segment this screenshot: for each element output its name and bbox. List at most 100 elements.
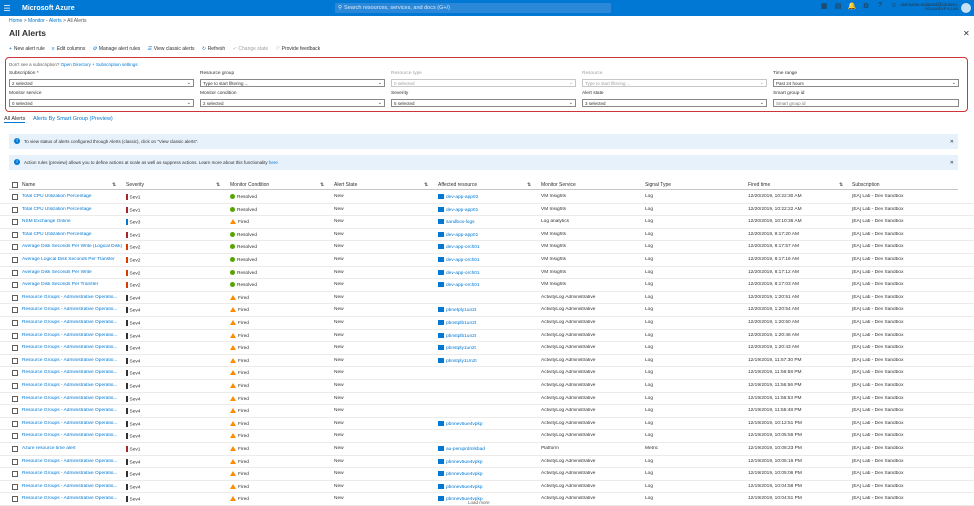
table-row[interactable]: Resource Groups - Administrative Operati… <box>0 430 974 443</box>
row-checkbox[interactable] <box>12 471 18 478</box>
row-checkbox[interactable] <box>12 496 18 503</box>
alert-name-link[interactable]: Resource Groups - Administrative Operati… <box>22 370 122 375</box>
affected-resource-link[interactable]: pbnstply1Un2t <box>438 357 533 364</box>
row-checkbox[interactable] <box>12 219 18 226</box>
affected-resource-link[interactable]: pbnetply1un2t <box>438 307 533 313</box>
column-header-monitor-service[interactable]: Monitor Service <box>541 182 576 188</box>
table-row[interactable]: Resource Groups - Administrative Operati… <box>0 468 974 481</box>
sort-icon[interactable]: ⇅ <box>216 182 220 188</box>
alert-name-link[interactable]: Resource Groups - Administrative Operati… <box>22 320 122 325</box>
table-row[interactable]: Resource Groups - Administrative Operati… <box>0 393 974 406</box>
affected-resource-link[interactable]: pbnstplb1un2t <box>438 320 533 326</box>
affected-resource-link[interactable]: dev-app-orch01 <box>438 244 533 250</box>
alert-name-link[interactable]: Total CPU Utilization Percentage <box>22 194 122 199</box>
table-row[interactable]: Average Logical Disk Seconds Per Transfe… <box>0 254 974 267</box>
row-checkbox[interactable] <box>12 332 18 339</box>
alert-name-link[interactable]: Resource Groups - Administrative Operati… <box>22 433 122 438</box>
time-range-dropdown[interactable]: Past 24 hours ⌄ <box>773 79 959 87</box>
row-checkbox[interactable] <box>12 458 18 465</box>
table-row[interactable]: Average Disk Seconds Per Write (Logical … <box>0 241 974 254</box>
alert-name-link[interactable]: Average Disk Seconds Per Write <box>22 270 122 275</box>
column-header-monitor-condition[interactable]: Monitor Condition <box>230 182 269 188</box>
menu-icon[interactable]: ☰ <box>0 4 14 13</box>
row-checkbox[interactable] <box>12 483 18 490</box>
row-checkbox[interactable] <box>12 244 18 251</box>
alert-name-link[interactable]: Resource Groups - Administrative Operati… <box>22 383 122 388</box>
sort-icon[interactable]: ⇅ <box>112 182 116 188</box>
column-header-fired-time[interactable]: Fired time <box>748 182 770 188</box>
row-checkbox[interactable] <box>12 383 18 389</box>
alert-name-link[interactable]: Resource Groups - Administrative Operati… <box>22 471 122 476</box>
table-row[interactable]: Resource Groups - Administrative Operati… <box>0 405 974 418</box>
row-checkbox[interactable] <box>12 231 18 238</box>
row-checkbox[interactable] <box>12 307 18 314</box>
table-row[interactable]: Resource Groups - Administrative Operati… <box>0 380 974 393</box>
account-info[interactable]: username.redacted@contoso. SOLUMEXP & LA… <box>880 2 958 12</box>
row-checkbox[interactable] <box>12 408 18 415</box>
table-row[interactable]: Resource Groups - Administrative Operati… <box>0 342 974 355</box>
column-header-affected-resource[interactable]: Affected resource <box>438 182 477 188</box>
table-row[interactable]: Resource Groups - Administrative Operati… <box>0 355 974 368</box>
alert-name-link[interactable]: Total CPU Utilization Percentage <box>22 232 122 237</box>
breadcrumb-home[interactable]: Home <box>9 18 22 24</box>
view-classic-alerts-button[interactable]: ☰ View classic alerts <box>147 46 194 52</box>
close-icon[interactable]: ✕ <box>950 139 954 145</box>
alert-name-link[interactable]: Average Logical Disk Seconds Per Transfe… <box>22 257 122 262</box>
table-row[interactable]: Resource Groups - Administrative Operati… <box>0 367 974 380</box>
table-row[interactable]: Resource Groups - Administrative Operati… <box>0 304 974 317</box>
row-checkbox[interactable] <box>12 194 18 200</box>
row-checkbox[interactable] <box>12 345 18 352</box>
smart-group-id-input[interactable] <box>773 99 959 107</box>
notifications-icon[interactable]: 🔔 <box>845 2 859 10</box>
global-search-input[interactable]: ⚲ Search resources, services, and docs (G… <box>335 3 611 13</box>
provide-feedback-button[interactable]: ♡ Provide feedback <box>275 46 320 52</box>
table-row[interactable]: Resource Groups - Administrative Operati… <box>0 317 974 330</box>
severity-dropdown[interactable]: 5 selected ⌄ <box>391 99 576 107</box>
row-checkbox[interactable] <box>12 320 18 326</box>
table-row[interactable]: NSM Exchange Online Sev3 Fired New sandbox-l… <box>0 216 974 229</box>
column-header-subscription[interactable]: Subscription <box>852 182 880 188</box>
alert-name-link[interactable]: Total CPU Utilization Percentage <box>22 207 122 212</box>
alert-state-dropdown[interactable]: 3 selected ⌄ <box>582 99 767 107</box>
cloud-shell-icon[interactable]: ▦ <box>817 2 831 10</box>
learn-more-link[interactable]: here <box>269 160 278 165</box>
affected-resource-link[interactable]: dev-app-orch01 <box>438 269 533 275</box>
close-icon[interactable]: ✕ <box>950 160 954 166</box>
load-more-link[interactable]: Load more <box>468 500 490 505</box>
table-row[interactable]: Azure resource time alert Sev1 Fired New au-… <box>0 443 974 456</box>
row-checkbox[interactable] <box>12 269 18 276</box>
table-row[interactable]: Resource Groups - Administrative Operati… <box>0 481 974 494</box>
alert-name-link[interactable]: Resource Groups - Administrative Operati… <box>22 459 122 464</box>
sort-icon[interactable]: ⇅ <box>424 182 428 188</box>
alert-name-link[interactable]: Resource Groups - Administrative Operati… <box>22 408 122 413</box>
alert-name-link[interactable]: Resource Groups - Administrative Operati… <box>22 358 122 363</box>
column-header-severity[interactable]: Severity <box>126 182 144 188</box>
alert-name-link[interactable]: Resource Groups - Administrative Operati… <box>22 396 122 401</box>
affected-resource-link[interactable]: pbnnev5ue4vpkp <box>438 458 533 464</box>
affected-resource-link[interactable]: au-peruprdmlsbad <box>438 446 533 452</box>
alert-name-link[interactable]: Resource Groups - Administrative Operati… <box>22 295 122 300</box>
row-checkbox[interactable] <box>12 357 18 364</box>
table-row[interactable]: Resource Groups - Administrative Operati… <box>0 292 974 305</box>
row-checkbox[interactable] <box>12 446 18 452</box>
affected-resource-link[interactable]: dev-app-app01 <box>438 206 533 212</box>
column-header-alert-state[interactable]: Alert State <box>334 182 357 188</box>
table-row[interactable]: Resource Groups - Administrative Operati… <box>0 418 974 431</box>
affected-resource-link[interactable]: pbnnev5ue4vpkp <box>438 471 533 477</box>
resource-type-dropdown[interactable]: 0 selected ⌄ <box>391 79 576 87</box>
directory-filter-icon[interactable]: ▤ <box>831 2 845 10</box>
affected-resource-link[interactable]: pbnnev5ue4vpkp <box>438 483 533 490</box>
alert-name-link[interactable]: Resource Groups - Administrative Operati… <box>22 496 122 501</box>
table-row[interactable]: Average Disk Seconds Per Transfer Sev2 Res… <box>0 279 974 292</box>
refresh-button[interactable]: ↻ Refresh <box>201 46 225 52</box>
affected-resource-link[interactable]: pbnnev5ue4vpkp <box>438 420 533 427</box>
edit-columns-button[interactable]: ≡ Edit columns <box>52 46 86 52</box>
affected-resource-link[interactable]: pbnstply1un2t <box>438 345 533 351</box>
table-row[interactable]: Total CPU Utilization Percentage Sev1 Reso… <box>0 191 974 204</box>
subscription-dropdown[interactable]: 2 selected ⌄ <box>9 79 194 87</box>
close-icon[interactable]: ✕ <box>963 29 970 38</box>
row-checkbox[interactable] <box>12 420 18 427</box>
resource-group-dropdown[interactable]: Type to start filtering ... ⌄ <box>200 79 385 87</box>
breadcrumb-monitor[interactable]: Monitor - Alerts <box>28 18 62 24</box>
affected-resource-link[interactable]: dev-app-orch01 <box>438 282 533 288</box>
